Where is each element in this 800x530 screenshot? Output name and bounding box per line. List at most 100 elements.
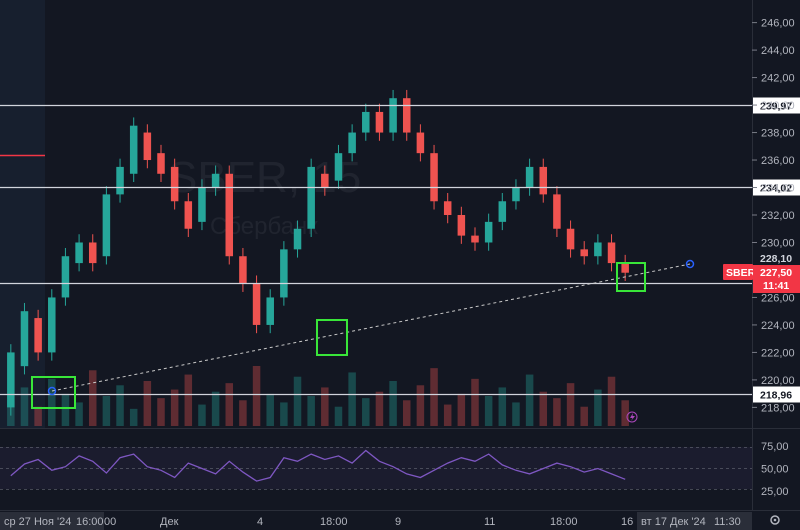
volume-bar [498,387,507,426]
volume-bar [389,381,397,426]
candle-body [116,166,124,195]
candle-body [307,166,315,229]
volume-bar [334,406,343,426]
trendline-end-value: 228,10 [760,253,792,265]
volume-bar [539,391,548,426]
volume-bar [20,387,29,426]
time-label-end-time: 11:30 [714,516,741,528]
volume-bar [525,374,534,426]
candle-body [430,153,438,202]
price-axis[interactable]: 246,00 244,00 242,00 240,00 238,00 236,00 234,… [752,18,795,415]
candle-body [7,352,15,408]
volume-bar [321,387,329,426]
candle-body [443,201,452,215]
price-tick-label: 246,00 [761,18,795,30]
volume-bar [184,374,193,426]
time-label-4: 4 [257,516,263,528]
volume-bar [430,368,438,426]
volume-bar [280,402,288,426]
volume-bar [402,400,411,426]
candle-body [157,153,165,174]
volume-bar [293,376,302,426]
volume-bar [416,385,425,426]
volume-bar [443,404,452,426]
volume-bar [252,366,261,426]
candle-body [416,132,425,154]
volume-bar [457,393,466,426]
candle-body [484,221,493,243]
volume-bar [566,383,575,426]
volume-bar [580,406,588,426]
candle-body [566,228,575,250]
rsi-band [0,447,752,489]
horizontal-level-value: 218,96 [760,390,792,402]
candle-body [553,194,561,229]
volume-bar [129,408,138,426]
time-label-1600: 16:00 [76,516,104,528]
candle-body [184,201,193,229]
main-pane-background [0,0,752,428]
candle-body [34,318,42,353]
rsi-tick-label: 25,00 [761,486,789,498]
candle-body [170,166,179,202]
volume-bar [553,398,561,426]
volume-bar [34,406,42,426]
rsi-axis: 75,00 50,00 25,00 [761,441,789,498]
volume-bar [211,391,220,426]
volume-bar [375,391,384,426]
price-tick-label: 234,00 [761,183,795,195]
volume-bar [102,396,111,426]
time-label-end-date: вт 17 Дек '24 [641,516,706,528]
volume-bar [143,381,152,426]
time-label-start: ср 27 Ноя '24 [4,516,71,528]
candle-body [266,297,274,325]
candle-body [198,187,206,222]
price-tick-label: 240,00 [761,100,795,112]
candle-body [48,297,56,353]
volume-bar [362,398,370,426]
price-tick-label: 236,00 [761,155,795,167]
candle-body [88,242,97,264]
candle-body [225,173,234,257]
price-tick-label: 226,00 [761,292,795,304]
candle-body [389,98,397,133]
price-tick-label: 218,00 [761,402,795,414]
candle-body [594,242,602,257]
volume-bar [607,376,616,426]
volume-bar [471,378,479,426]
time-label-9: 9 [395,516,401,528]
symbol-tag: SBER [726,267,756,279]
candle-body [61,256,70,298]
candle-body [211,173,220,188]
price-tick-label: 224,00 [761,320,795,332]
volume-bar [512,402,520,426]
time-label-00: 00 [104,516,116,528]
volume-bar [348,372,356,426]
volume-bar [157,398,165,426]
price-tick-label: 222,00 [761,347,795,359]
rsi-tick-label: 75,00 [761,441,789,453]
candle-body [457,215,466,236]
candle-body [402,98,411,133]
candle-body [498,201,507,222]
volume-bar [48,378,56,426]
current-price-value: 227,50 [760,267,792,279]
candle-body [20,311,29,367]
volume-bar [266,393,274,426]
price-tick-label: 232,00 [761,210,795,222]
volume-bar [75,402,83,426]
price-tick-label: 242,00 [761,73,795,85]
candle-body [293,228,302,250]
time-label-11: 11 [484,516,495,528]
candle-body [525,166,534,188]
candle-body [102,194,111,257]
time-label-1800-b: 18:00 [550,516,578,528]
candle-body [607,242,616,264]
price-tick-label: 244,00 [761,45,795,57]
price-chart[interactable]: SBER, 15 Сбербанк 239,97234,02227,02218,… [0,0,800,530]
candle-body [512,187,520,202]
candle-body [239,256,247,284]
candle-body [375,111,384,133]
price-tick-label: 220,00 [761,375,795,387]
candle-body [334,153,343,181]
